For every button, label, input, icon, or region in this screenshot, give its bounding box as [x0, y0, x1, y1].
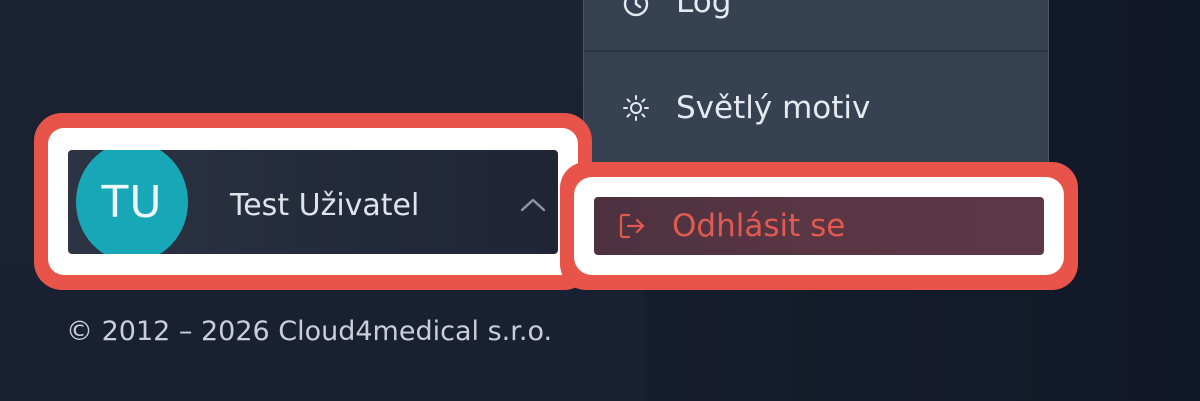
logout-button[interactable]: Odhlásit se: [594, 197, 1044, 255]
sun-icon: [618, 90, 654, 126]
menu-divider: [584, 50, 1048, 52]
user-menu-button[interactable]: TU Test Uživatel: [68, 150, 558, 254]
menu-item-light-theme-label: Světlý motiv: [676, 90, 871, 126]
clock-icon: [618, 0, 654, 22]
menu-item-log[interactable]: Log: [584, 0, 1048, 50]
user-name: Test Uživatel: [230, 188, 420, 223]
menu-item-log-label: Log: [676, 0, 732, 20]
logout-icon: [616, 210, 648, 242]
avatar: TU: [76, 150, 188, 254]
menu-item-light-theme[interactable]: Světlý motiv: [584, 73, 1048, 143]
copyright-text: © 2012 – 2026 Cloud4medical s.r.o.: [66, 316, 553, 347]
logout-label: Odhlásit se: [672, 208, 846, 244]
chevron-up-icon: [519, 196, 547, 212]
